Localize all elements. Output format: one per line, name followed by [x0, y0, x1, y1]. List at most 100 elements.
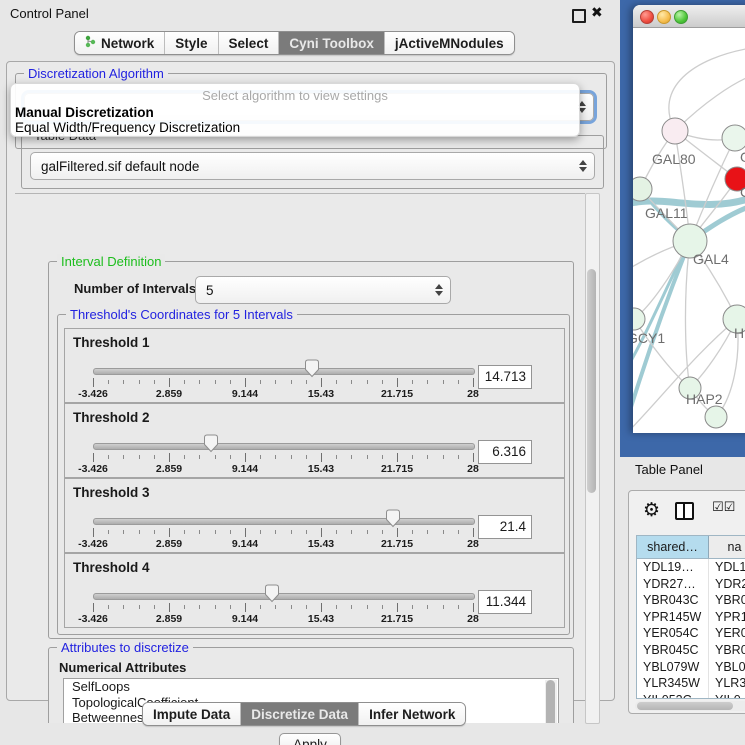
slider-thumb[interactable] — [385, 509, 401, 528]
table-data-combobox[interactable]: galFiltered.sif default node — [30, 152, 595, 180]
network-icon — [85, 35, 96, 51]
minimize-traffic-light-icon[interactable] — [657, 10, 671, 24]
tick-label: 15.43 — [308, 388, 334, 400]
threshold-value-field[interactable]: 21.4 — [478, 515, 532, 539]
network-edge[interactable] — [633, 241, 690, 368]
slider-thumb[interactable] — [203, 434, 219, 453]
table-row[interactable]: YBR043CYBR0 — [637, 592, 745, 609]
table-cell[interactable]: YER0 — [709, 625, 745, 642]
close-traffic-light-icon[interactable] — [640, 10, 654, 24]
table-data-group: Table Data galFiltered.sif default node — [21, 135, 604, 189]
table-cell[interactable]: YLR345W — [637, 675, 709, 692]
table-cell[interactable]: YDR27… — [637, 576, 709, 593]
table-row[interactable]: YPR145WYPR1 — [637, 609, 745, 626]
tab-label: Style — [175, 36, 207, 51]
column-header-name[interactable]: na — [709, 536, 745, 558]
threshold-panel: Threshold 1-3.4262.8599.14415.4321.71528… — [64, 328, 565, 403]
network-node[interactable] — [662, 118, 688, 144]
table-cell[interactable]: YBR043C — [637, 592, 709, 609]
scrollbar-thumb[interactable] — [587, 269, 596, 493]
table-horizontal-scrollbar[interactable] — [635, 701, 745, 711]
slider-thumb[interactable] — [264, 584, 280, 603]
tab-label: Infer Network — [369, 707, 455, 722]
dropdown-option-equal-width-frequency[interactable]: Equal Width/Frequency Discretization — [15, 120, 240, 135]
slider-track[interactable] — [93, 518, 475, 525]
slider-track[interactable] — [93, 593, 475, 600]
slider-thumb[interactable] — [304, 359, 320, 378]
settings-scroll-area: Interval Definition Number of Intervals … — [15, 193, 585, 723]
network-edge[interactable] — [669, 48, 745, 131]
tick-label: 2.859 — [156, 613, 182, 625]
table-cell[interactable]: YDL1 — [709, 559, 745, 576]
tick-label: -3.426 — [78, 463, 108, 475]
settings-vertical-scrollbar[interactable] — [585, 193, 600, 724]
slider-track[interactable] — [93, 443, 475, 450]
table-row[interactable]: YIL052CYIL0 — [637, 692, 745, 699]
table-row[interactable]: YBR045CYBR0 — [637, 642, 745, 659]
tick-label: 9.144 — [232, 388, 258, 400]
tab-select[interactable]: Select — [219, 32, 280, 54]
number-of-intervals-combobox[interactable]: 5 — [195, 276, 451, 304]
tab-label: Impute Data — [153, 707, 230, 722]
table-cell[interactable]: YBL0 — [709, 659, 745, 676]
table-cell[interactable]: YDL19… — [637, 559, 709, 576]
tick-label: -3.426 — [78, 613, 108, 625]
network-canvas[interactable]: GAL80GCGAL11GAL4GCY1HHAP2 — [633, 28, 745, 433]
numerical-attributes-label: Numerical Attributes — [59, 660, 186, 675]
control-panel-tabs: Network Style SelectCyni ToolboxjActiveMNo… — [74, 31, 515, 55]
column-header-shared-name[interactable]: shared… — [637, 536, 709, 558]
group-title-thresholds: Threshold's Coordinates for 5 Intervals — [66, 307, 297, 322]
threshold-value-field[interactable]: 11.344 — [478, 590, 532, 614]
table-cell[interactable]: YBR045C — [637, 642, 709, 659]
tab-infer-network[interactable]: Infer Network — [359, 703, 465, 725]
table-row[interactable]: YDR27…YDR2 — [637, 576, 745, 593]
tab-impute-data[interactable]: Impute Data — [143, 703, 241, 725]
table-cell[interactable]: YPR1 — [709, 609, 745, 626]
table-cell[interactable]: YBR0 — [709, 592, 745, 609]
split-columns-icon[interactable] — [675, 502, 694, 520]
node-label: HAP2 — [686, 391, 723, 407]
network-node[interactable] — [705, 406, 727, 428]
network-node[interactable] — [722, 125, 745, 151]
table-cell[interactable]: YLR3 — [709, 675, 745, 692]
table-row[interactable]: YER054CYER0 — [637, 625, 745, 642]
tab-style[interactable]: Style — [165, 32, 218, 54]
network-node[interactable] — [633, 177, 652, 201]
float-window-icon[interactable] — [572, 9, 586, 23]
table-cell[interactable]: YBR0 — [709, 642, 745, 659]
table-cell[interactable]: YIL052C — [637, 692, 709, 699]
slider-ticks — [93, 603, 473, 613]
table-cell[interactable]: YER054C — [637, 625, 709, 642]
dropdown-prompt-item[interactable]: Select algorithm to view settings — [11, 88, 579, 103]
gear-icon[interactable]: ⚙ — [643, 499, 660, 521]
scrollbar-thumb[interactable] — [637, 702, 733, 710]
table-cell[interactable]: YDR2 — [709, 576, 745, 593]
table-cell[interactable]: YBL079W — [637, 659, 709, 676]
right-region: GAL80GCGAL11GAL4GCY1HHAP2 Table Panel ⚙ … — [620, 0, 745, 745]
tab-discretize-data[interactable]: Discretize Data — [241, 703, 359, 725]
threshold-label: Threshold 1 — [73, 335, 150, 350]
tab-label: Discretize Data — [251, 707, 348, 722]
threshold-value-field[interactable]: 6.316 — [478, 440, 532, 464]
tick-label: 2.859 — [156, 538, 182, 550]
apply-button[interactable]: Apply — [279, 733, 341, 745]
threshold-value-field[interactable]: 14.713 — [478, 365, 532, 389]
table-row[interactable]: YBL079WYBL0 — [637, 659, 745, 676]
dropdown-option-manual-discretization[interactable]: Manual Discretization — [15, 105, 154, 120]
node-label: G — [740, 149, 745, 165]
table-cell[interactable]: YIL0 — [709, 692, 745, 699]
tab-jactivemnodules[interactable]: jActiveMNodules — [385, 32, 514, 54]
close-icon[interactable]: ✖ — [591, 4, 603, 21]
zoom-traffic-light-icon[interactable] — [674, 10, 688, 24]
table-row[interactable]: YDL19…YDL1 — [637, 559, 745, 576]
attributes-list-scrollbar[interactable] — [545, 680, 557, 723]
table-row[interactable]: YLR345WYLR3 — [637, 675, 745, 692]
tick-label: 9.144 — [232, 613, 258, 625]
select-columns-icon[interactable]: ☑☑ — [712, 500, 735, 515]
tab-network[interactable]: Network — [75, 32, 165, 54]
tab-cyni-toolbox[interactable]: Cyni Toolbox — [279, 32, 385, 54]
attribute-list-item[interactable]: SelfLoops — [64, 679, 558, 695]
node-label: GAL11 — [645, 205, 688, 221]
table-cell[interactable]: YPR145W — [637, 609, 709, 626]
slider-track[interactable] — [93, 368, 475, 375]
